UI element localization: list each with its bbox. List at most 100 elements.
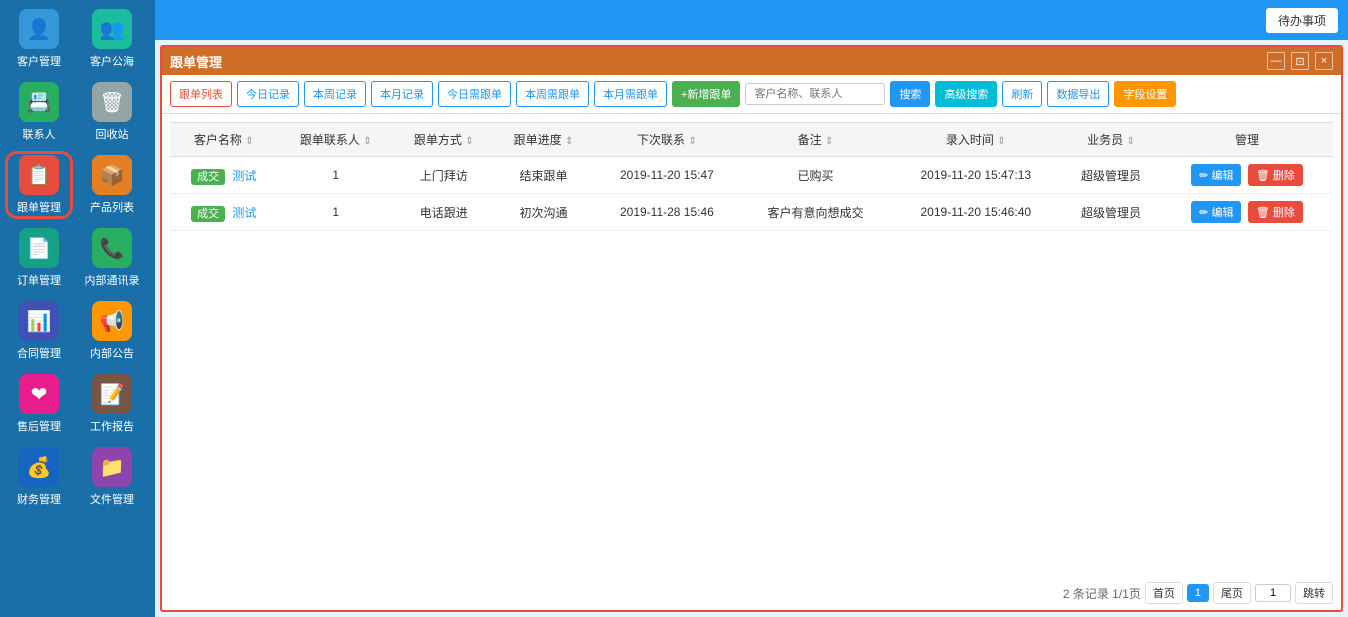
table-container: 客户名称 ⇕ 跟单联系人 ⇕ 跟单方式 ⇕ 跟单进度 ⇕ 下次联系 ⇕ 备注 ⇕… (162, 114, 1341, 576)
first-page-button[interactable]: 首页 (1145, 582, 1183, 604)
sidebar-item-contacts[interactable]: 📇 联系人 (5, 78, 73, 146)
internal-notice-icon: 📢 (92, 301, 132, 341)
sidebar-item-label: 联系人 (23, 126, 56, 142)
cell-next-contact-0: 2019-11-20 15:47 (593, 157, 740, 194)
btn-new[interactable]: +新增跟单 (672, 81, 740, 107)
sidebar-item-label: 客户管理 (17, 53, 61, 69)
col-progress: 跟单进度 ⇕ (494, 123, 594, 157)
cell-manage-0: ✏ 编辑 🗑 删除 (1161, 157, 1333, 194)
sidebar-item-followup[interactable]: 📋 跟单管理 (5, 151, 73, 219)
tag-success-1: 成交 (191, 206, 225, 222)
file-mgmt-icon: 📁 (92, 447, 132, 487)
contracts-icon: 📊 (19, 301, 59, 341)
cell-entry-time-1: 2019-11-20 15:46:40 (891, 194, 1061, 231)
work-report-icon: 📝 (92, 374, 132, 414)
internal-msg-icon: 📞 (92, 228, 132, 268)
col-manage: 管理 (1161, 123, 1333, 157)
btn-week-record[interactable]: 本周记录 (304, 81, 366, 107)
cell-progress-0: 结束跟单 (494, 157, 594, 194)
btn-search[interactable]: 搜索 (890, 81, 930, 107)
cell-progress-1: 初次沟通 (494, 194, 594, 231)
sidebar-item-recycle[interactable]: 🗑 回收站 (78, 78, 146, 146)
tag-success-0: 成交 (191, 169, 225, 185)
sidebar-item-file-mgmt[interactable]: 📁 文件管理 (78, 443, 146, 511)
edit-button-1[interactable]: ✏ 编辑 (1191, 201, 1241, 223)
btn-today-followup[interactable]: 今日需跟单 (438, 81, 511, 107)
pagination: 2 条记录 1/1页 首页 1 尾页 跳转 (162, 576, 1341, 610)
table-row: 成交 测试 1 上门拜访 结束跟单 2019-11-20 15:47 已购买 2… (170, 157, 1333, 194)
window: 跟单管理 — ⊡ × 跟单列表 今日记录 本周记录 本月记录 今日需跟单 本周需… (160, 45, 1343, 612)
btn-advanced[interactable]: 高级搜索 (935, 81, 997, 107)
col-remark: 备注 ⇕ (740, 123, 890, 157)
orders-icon: 📄 (19, 228, 59, 268)
close-button[interactable]: × (1315, 52, 1333, 70)
sidebar-item-label: 财务管理 (17, 491, 61, 507)
sidebar-item-label: 内部通讯录 (85, 272, 140, 288)
btn-list[interactable]: 跟单列表 (170, 81, 232, 107)
cell-next-contact-1: 2019-11-28 15:46 (593, 194, 740, 231)
data-table: 客户名称 ⇕ 跟单联系人 ⇕ 跟单方式 ⇕ 跟单进度 ⇕ 下次联系 ⇕ 备注 ⇕… (170, 122, 1333, 231)
delete-button-0[interactable]: 🗑 删除 (1248, 164, 1303, 186)
customer-mgmt-icon: 👤 (19, 9, 59, 49)
current-page: 1 (1187, 584, 1209, 602)
maximize-button[interactable]: ⊡ (1291, 52, 1309, 70)
search-input[interactable] (745, 83, 885, 105)
col-contact: 跟单联系人 ⇕ (278, 123, 394, 157)
sidebar-item-internal-msg[interactable]: 📞 内部通讯录 (78, 224, 146, 292)
table-row: 成交 测试 1 电话跟进 初次沟通 2019-11-28 15:46 客户有意向… (170, 194, 1333, 231)
sidebar-item-label: 售后管理 (17, 418, 61, 434)
customer-link-0[interactable]: 测试 (232, 169, 256, 183)
pending-tasks-button[interactable]: 待办事项 (1266, 8, 1338, 33)
aftersales-icon: ❤ (19, 374, 59, 414)
cell-contact-1: 1 (278, 194, 394, 231)
sidebar-item-label: 工作报告 (90, 418, 134, 434)
page-jump-input[interactable] (1255, 584, 1291, 602)
btn-month-followup[interactable]: 本月需跟单 (594, 81, 667, 107)
sidebar-item-finance[interactable]: 💰 财务管理 (5, 443, 73, 511)
sidebar-item-internal-notice[interactable]: 📢 内部公告 (78, 297, 146, 365)
edit-button-0[interactable]: ✏ 编辑 (1191, 164, 1241, 186)
cell-manage-1: ✏ 编辑 🗑 删除 (1161, 194, 1333, 231)
sidebar-item-label: 产品列表 (90, 199, 134, 215)
finance-icon: 💰 (19, 447, 59, 487)
btn-refresh[interactable]: 刷新 (1002, 81, 1042, 107)
top-bar: 待办事项 (155, 0, 1348, 40)
sidebar: 👤 客户管理 👥 客户公海 📇 联系人 🗑 回收站 📋 跟单管理 📦 产品列表 … (0, 0, 155, 617)
minimize-button[interactable]: — (1267, 52, 1285, 70)
sidebar-item-aftersales[interactable]: ❤ 售后管理 (5, 370, 73, 438)
window-title-bar: 跟单管理 — ⊡ × (162, 47, 1341, 75)
btn-today-record[interactable]: 今日记录 (237, 81, 299, 107)
total-records: 2 条记录 1/1页 (1063, 585, 1141, 602)
cell-customer-0: 成交 测试 (170, 157, 278, 194)
sidebar-item-customer-public[interactable]: 👥 客户公海 (78, 5, 146, 73)
sidebar-item-contracts[interactable]: 📊 合同管理 (5, 297, 73, 365)
cell-remark-0: 已购买 (740, 157, 890, 194)
products-icon: 📦 (92, 155, 132, 195)
last-page-button[interactable]: 尾页 (1213, 582, 1251, 604)
col-next-contact: 下次联系 ⇕ (593, 123, 740, 157)
delete-button-1[interactable]: 🗑 删除 (1248, 201, 1303, 223)
cell-entry-time-0: 2019-11-20 15:47:13 (891, 157, 1061, 194)
sidebar-item-products[interactable]: 📦 产品列表 (78, 151, 146, 219)
col-method: 跟单方式 ⇕ (394, 123, 494, 157)
customer-public-icon: 👥 (92, 9, 132, 49)
sidebar-item-work-report[interactable]: 📝 工作报告 (78, 370, 146, 438)
jump-button[interactable]: 跳转 (1295, 582, 1333, 604)
sidebar-item-customer-mgmt[interactable]: 👤 客户管理 (5, 5, 73, 73)
cell-method-0: 上门拜访 (394, 157, 494, 194)
btn-week-followup[interactable]: 本周需跟单 (516, 81, 589, 107)
cell-contact-0: 1 (278, 157, 394, 194)
sidebar-item-orders[interactable]: 📄 订单管理 (5, 224, 73, 292)
customer-link-1[interactable]: 测试 (232, 206, 256, 220)
col-salesperson: 业务员 ⇕ (1061, 123, 1161, 157)
sidebar-item-label: 文件管理 (90, 491, 134, 507)
btn-export[interactable]: 数据导出 (1047, 81, 1109, 107)
followup-icon: 📋 (19, 155, 59, 195)
col-customer: 客户名称 ⇕ (170, 123, 278, 157)
sidebar-item-label: 合同管理 (17, 345, 61, 361)
btn-fields[interactable]: 字段设置 (1114, 81, 1176, 107)
btn-month-record[interactable]: 本月记录 (371, 81, 433, 107)
cell-customer-1: 成交 测试 (170, 194, 278, 231)
recycle-icon: 🗑 (92, 82, 132, 122)
cell-salesperson-1: 超级管理员 (1061, 194, 1161, 231)
